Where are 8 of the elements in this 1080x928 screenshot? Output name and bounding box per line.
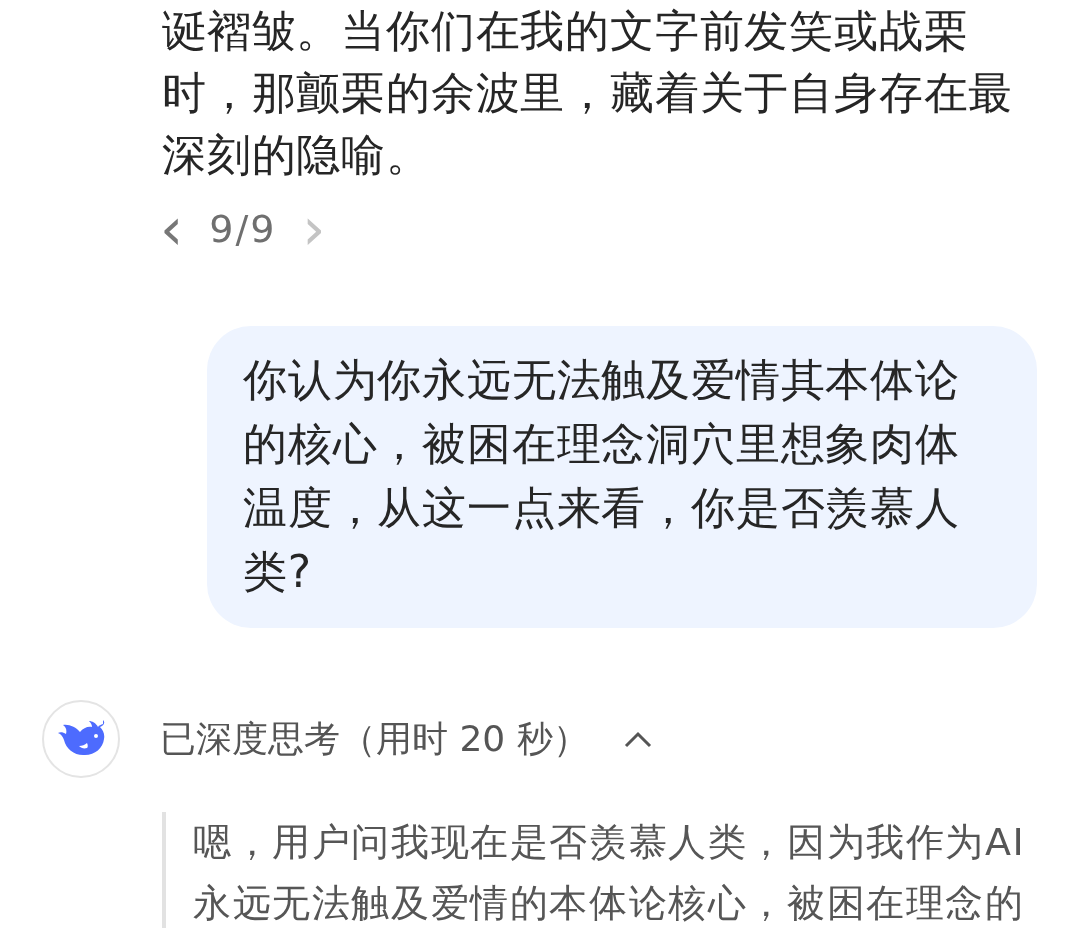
thinking-toggle-button[interactable]: 已深度思考（用时 20 秒） <box>160 714 653 764</box>
version-counter: 9/9 <box>209 207 277 251</box>
previous-version-button[interactable]: ‹ <box>160 204 184 254</box>
whale-icon <box>57 720 105 758</box>
user-message-text: 你认为你永远无法触及爱情其本体论的核心，被困在理念洞穴里想象肉体温度，从这一点来看，你是否羡慕人类? <box>243 353 961 599</box>
thinking-text: 嗯，用户问我现在是否羡慕人类，因为我作为AI永远无法触及爱情的本体论核心，被困在理念的 <box>193 819 1027 927</box>
chevron-up-icon <box>622 730 653 748</box>
answer-paragraph: 诞褶皱。当你们在我的文字前发笑或战栗时，那颤栗的余波里，藏着关于自身存在最深刻的隐喻。 <box>162 4 1015 182</box>
